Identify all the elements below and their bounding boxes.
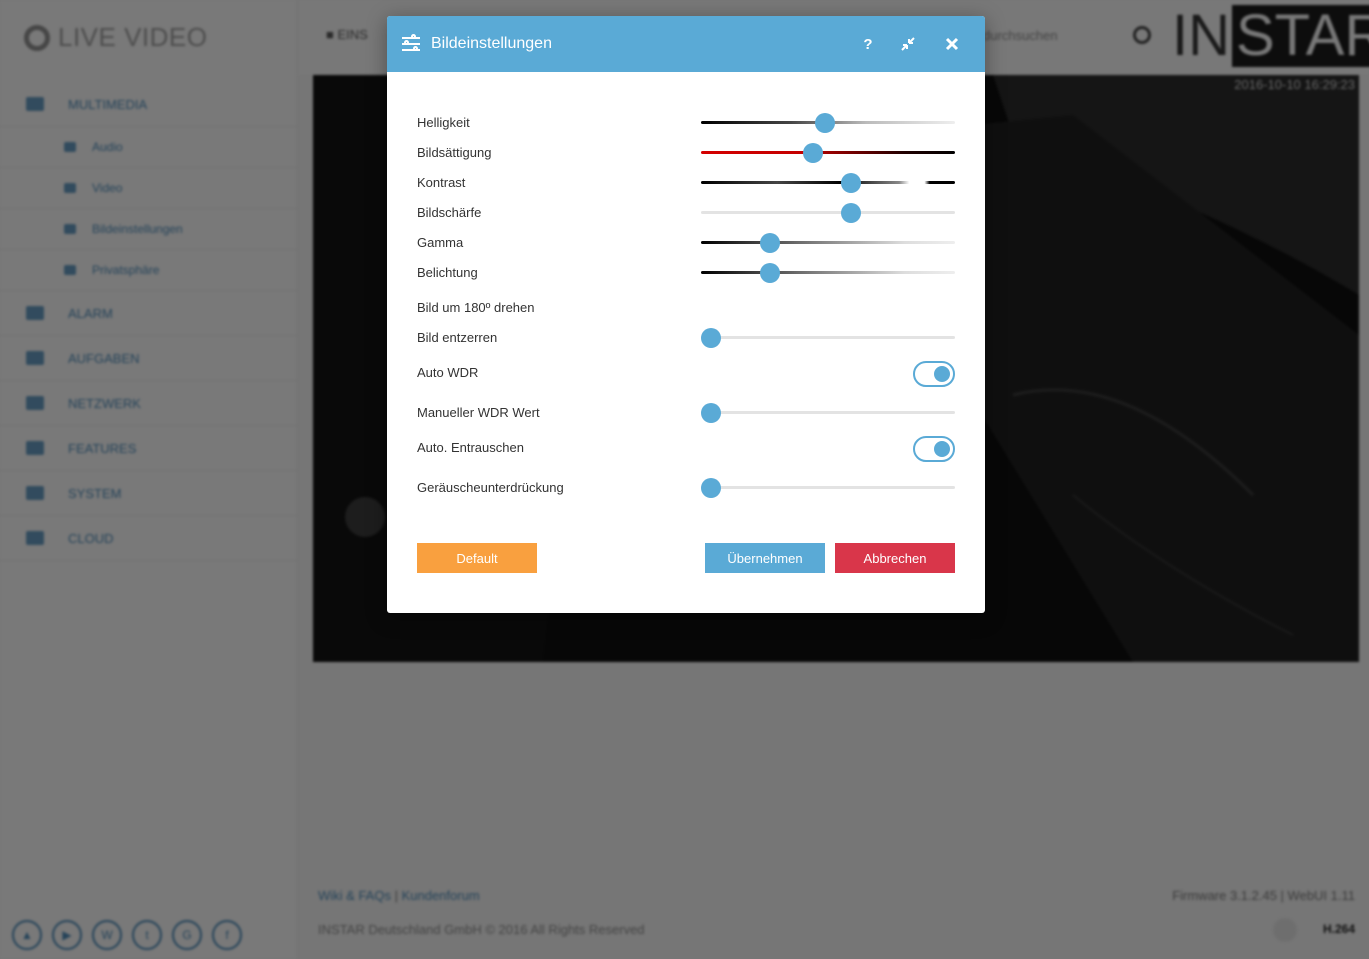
setting-row: Kontrast xyxy=(417,171,955,195)
setting-label: Manueller WDR Wert xyxy=(417,405,540,420)
setting-label: Belichtung xyxy=(417,265,478,280)
slider-thumb[interactable] xyxy=(802,143,823,163)
minimize-button[interactable] xyxy=(896,32,920,56)
setting-row: Geräuscheunterdrückung xyxy=(417,476,955,500)
cancel-button[interactable]: Abbrechen xyxy=(835,543,955,573)
setting-row: Bild um 180º drehen xyxy=(417,296,955,320)
setting-toggle[interactable] xyxy=(913,361,955,387)
default-button[interactable]: Default xyxy=(417,543,537,573)
setting-row: Manueller WDR Wert xyxy=(417,401,955,425)
slider-track[interactable] xyxy=(701,486,955,489)
setting-label: Bild um 180º drehen xyxy=(417,300,535,315)
toggle-knob xyxy=(934,366,950,382)
slider-thumb[interactable] xyxy=(840,173,861,193)
slider-thumb[interactable] xyxy=(701,328,722,348)
setting-row: Helligkeit xyxy=(417,111,955,135)
slider-thumb[interactable] xyxy=(840,203,861,223)
setting-label: Helligkeit xyxy=(417,115,470,130)
setting-slider[interactable] xyxy=(701,203,955,223)
setting-label: Auto. Entrauschen xyxy=(417,440,524,455)
setting-row: Bild entzerren xyxy=(417,326,955,350)
setting-label: Auto WDR xyxy=(417,365,479,380)
setting-label: Kontrast xyxy=(417,175,466,190)
slider-track[interactable] xyxy=(701,211,955,214)
slider-thumb[interactable] xyxy=(701,478,722,498)
setting-slider[interactable] xyxy=(701,173,955,193)
setting-label: Gamma xyxy=(417,235,464,250)
apply-button[interactable]: Übernehmen xyxy=(705,543,825,573)
setting-label: Bild entzerren xyxy=(417,330,498,345)
dialog-header: Bildeinstellungen ? xyxy=(387,16,985,72)
setting-row: Bildsättigung xyxy=(417,141,955,165)
setting-row: Auto. Entrauschen xyxy=(417,436,955,462)
setting-row: Gamma xyxy=(417,231,955,255)
setting-slider[interactable] xyxy=(701,113,955,133)
slider-track[interactable] xyxy=(701,336,955,339)
help-icon: ? xyxy=(863,35,873,53)
close-button[interactable] xyxy=(940,32,964,56)
slider-thumb[interactable] xyxy=(815,113,836,133)
slider-track[interactable] xyxy=(701,151,955,154)
image-settings-dialog: Bildeinstellungen ? Helligkeit Bildsättig… xyxy=(387,16,985,613)
setting-toggle[interactable] xyxy=(913,436,955,462)
slider-track[interactable] xyxy=(701,241,955,244)
setting-slider[interactable] xyxy=(701,263,955,283)
slider-track[interactable] xyxy=(701,181,955,184)
setting-label: Bildschärfe xyxy=(417,205,482,220)
compress-icon xyxy=(901,37,915,51)
setting-slider[interactable] xyxy=(701,328,955,348)
setting-row: Belichtung xyxy=(417,261,955,285)
setting-label: Bildsättigung xyxy=(417,145,492,160)
setting-slider[interactable] xyxy=(701,478,955,498)
help-button[interactable]: ? xyxy=(856,32,880,56)
close-icon xyxy=(945,37,959,51)
setting-label: Geräuscheunterdrückung xyxy=(417,480,564,495)
slider-thumb[interactable] xyxy=(759,263,780,283)
sliders-icon xyxy=(402,34,420,52)
slider-track[interactable] xyxy=(701,411,955,414)
setting-row: Bildschärfe xyxy=(417,201,955,225)
dialog-title: Bildeinstellungen xyxy=(431,35,552,52)
setting-slider[interactable] xyxy=(701,143,955,163)
slider-track[interactable] xyxy=(701,271,955,274)
toggle-knob xyxy=(934,441,950,457)
setting-slider[interactable] xyxy=(701,233,955,253)
slider-thumb[interactable] xyxy=(701,403,722,423)
slider-thumb[interactable] xyxy=(759,233,780,253)
setting-row: Auto WDR xyxy=(417,361,955,387)
setting-slider[interactable] xyxy=(701,403,955,423)
